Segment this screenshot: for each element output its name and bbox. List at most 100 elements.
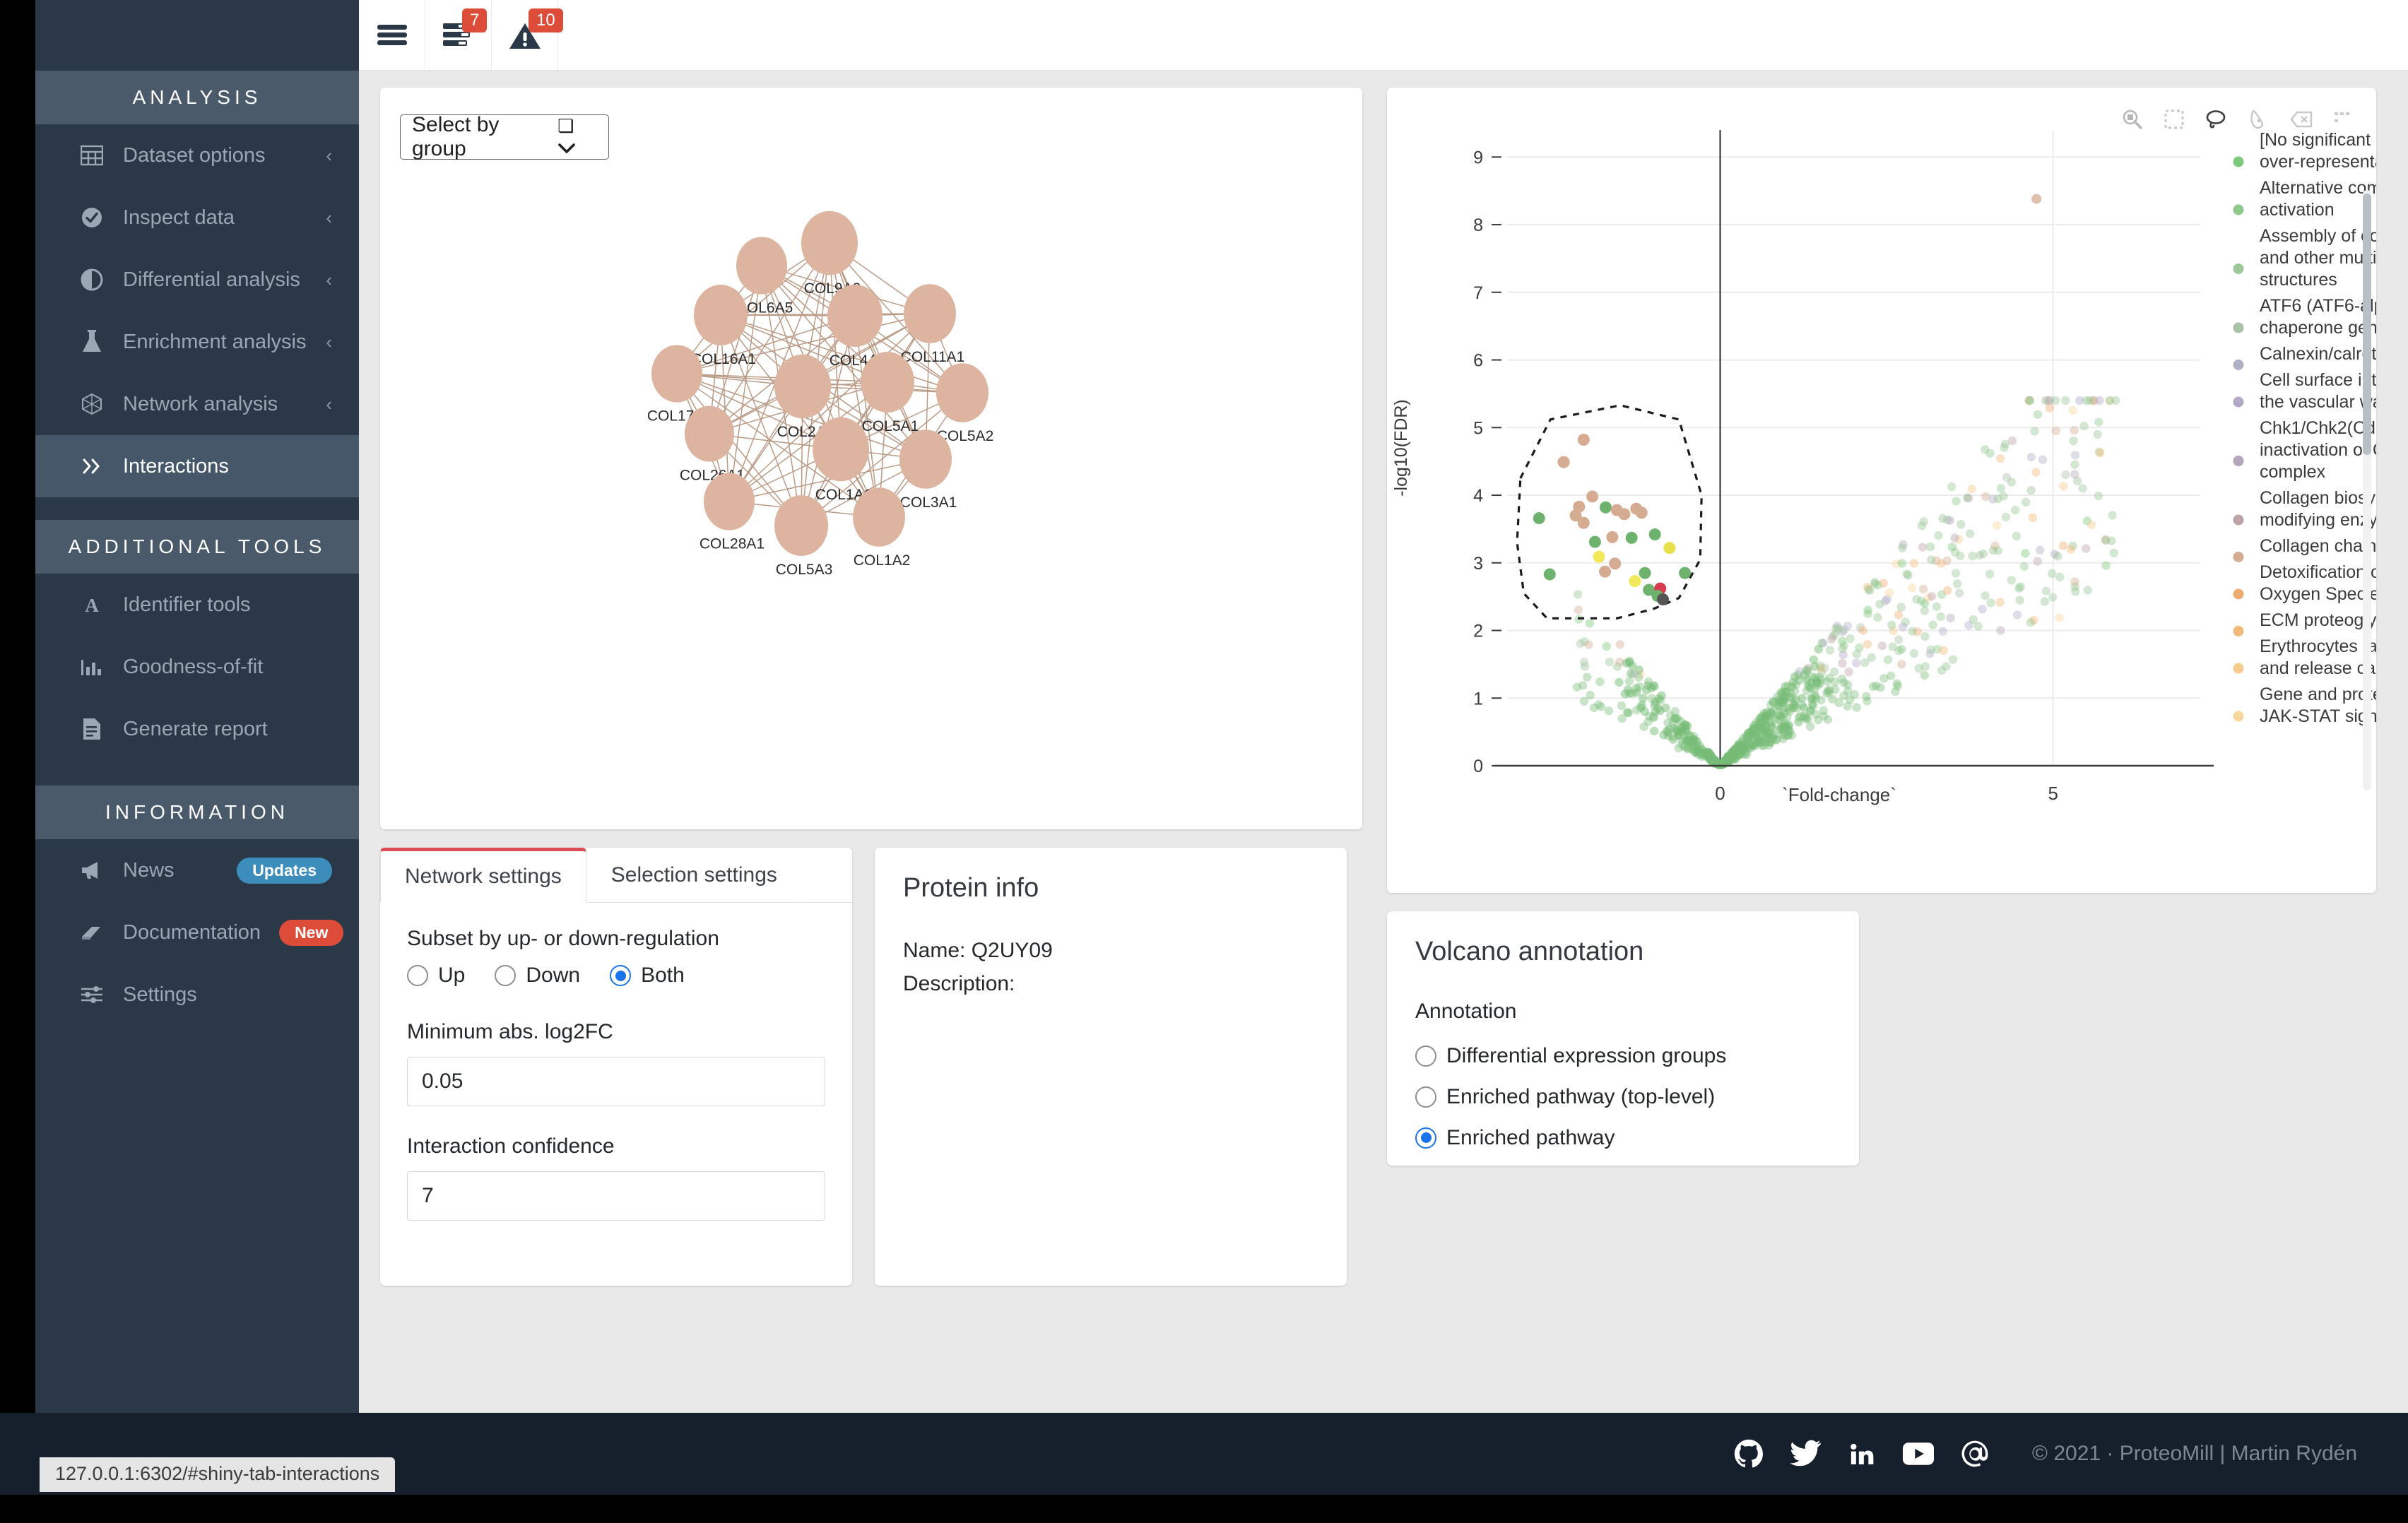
legend-label[interactable]: [No significant <box>2260 130 2371 150</box>
legend-label[interactable]: ECM proteoglycans <box>2260 610 2376 630</box>
legend-label[interactable]: Detoxification of Reactive <box>2260 562 2376 582</box>
selected-data-point[interactable] <box>1599 501 1612 514</box>
selected-data-point[interactable] <box>1648 528 1661 541</box>
legend-label[interactable]: and release carbon dioxide <box>2260 658 2376 678</box>
radio-enriched-pathway[interactable]: Enriched pathway <box>1415 1126 1831 1150</box>
sidebar-item-dataset-options[interactable]: Dataset options ‹ <box>35 124 359 186</box>
legend-label[interactable]: ATF6 (ATF6-alpha) activates <box>2260 296 2376 316</box>
legend-label[interactable]: the vascular wall <box>2260 392 2376 412</box>
legend-label[interactable]: chaperone genes <box>2260 318 2376 338</box>
network-node[interactable] <box>861 352 914 413</box>
network-node[interactable] <box>694 285 748 345</box>
network-node[interactable] <box>736 237 787 295</box>
legend-label[interactable]: Cell surface interactions at <box>2260 370 2376 390</box>
sidebar-item-goodness-of-fit[interactable]: Goodness-of-fit <box>35 636 359 698</box>
selected-data-point[interactable] <box>1663 542 1676 555</box>
legend-label[interactable]: Chk1/Chk2(Cds1) mediated <box>2260 418 2376 438</box>
selected-data-point[interactable] <box>1557 456 1570 468</box>
confidence-input[interactable]: 7 <box>407 1171 825 1221</box>
sidebar-item-inspect-data[interactable]: Inspect data ‹ <box>35 186 359 249</box>
network-node[interactable] <box>774 495 828 556</box>
legend-label[interactable]: Oxygen Species <box>2260 584 2376 604</box>
tasks-button[interactable]: 7 <box>425 0 492 70</box>
selected-data-point[interactable] <box>1606 531 1619 543</box>
network-node-label: COL11A1 <box>901 349 965 365</box>
network-node[interactable] <box>936 363 988 422</box>
alerts-button[interactable]: 10 <box>492 0 563 70</box>
legend-label[interactable]: Calnexin/calreticulin cycle <box>2260 344 2376 364</box>
selected-data-point[interactable] <box>1635 506 1648 519</box>
network-node[interactable] <box>904 284 956 343</box>
sidebar-item-documentation[interactable]: Documentation New <box>35 901 359 964</box>
legend-label[interactable]: Collagen chain trimerization <box>2260 536 2376 556</box>
selected-data-point[interactable] <box>1586 490 1599 503</box>
sidebar-item-news[interactable]: News Updates <box>35 839 359 901</box>
legend-label[interactable]: structures <box>2260 270 2337 290</box>
radio-both[interactable]: Both <box>610 964 685 988</box>
github-icon[interactable] <box>1733 1438 1765 1470</box>
legend-label[interactable]: Collagen biosynthesis and <box>2260 488 2376 508</box>
network-node[interactable] <box>899 429 952 489</box>
tab-selection-settings[interactable]: Selection settings <box>586 848 802 903</box>
data-point <box>1701 748 1710 757</box>
legend-label[interactable]: inactivation of Cyclin B:Cdk1 <box>2260 440 2376 460</box>
protein-interaction-network[interactable]: COL9A3COL6A5COL4A4 COL11A1COL16A1COL17A1C… <box>380 137 1362 829</box>
sidebar-item-identifier-tools[interactable]: A Identifier tools <box>35 574 359 636</box>
data-point <box>1682 735 1692 745</box>
selected-data-point[interactable] <box>1618 508 1631 521</box>
selected-data-point[interactable] <box>1629 575 1641 588</box>
radio-down[interactable]: Down <box>495 964 580 988</box>
selected-data-point[interactable] <box>1657 593 1669 605</box>
legend-label[interactable]: Gene and protein expression by <box>2260 685 2376 704</box>
selected-data-point[interactable] <box>1679 567 1692 579</box>
network-node[interactable] <box>813 417 869 482</box>
data-point <box>1947 543 1956 552</box>
radio-differential-expression-groups[interactable]: Differential expression groups <box>1415 1044 1831 1068</box>
selected-data-point[interactable] <box>1593 550 1605 563</box>
linkedin-icon[interactable] <box>1846 1438 1878 1470</box>
selected-data-point[interactable] <box>1533 512 1545 525</box>
selected-data-point[interactable] <box>1577 434 1590 446</box>
network-node[interactable] <box>774 354 831 419</box>
selected-data-point[interactable] <box>1577 516 1590 529</box>
network-node[interactable] <box>801 211 858 275</box>
hamburger-menu-button[interactable] <box>359 0 425 70</box>
selected-data-point[interactable] <box>1609 557 1622 570</box>
network-node[interactable] <box>704 473 755 531</box>
selected-data-point[interactable] <box>1543 568 1556 581</box>
network-node[interactable] <box>651 345 702 403</box>
selected-data-point[interactable] <box>1625 531 1638 544</box>
network-node[interactable] <box>853 487 905 547</box>
legend-label[interactable]: Assembly of collagen fibrils <box>2260 226 2376 246</box>
legend-label[interactable]: Alternative complement <box>2260 178 2376 198</box>
selected-data-point[interactable] <box>1588 535 1601 548</box>
legend-scrollbar-thumb[interactable] <box>2363 194 2371 455</box>
network-node[interactable] <box>827 284 883 348</box>
data-point <box>2109 548 2118 558</box>
legend-label[interactable]: Erythrocytes take up oxygen <box>2260 636 2376 656</box>
sidebar-item-network-analysis[interactable]: Network analysis ‹ <box>35 373 359 435</box>
youtube-icon[interactable] <box>1902 1438 1935 1470</box>
legend-marker <box>2233 552 2244 562</box>
legend-label[interactable]: modifying enzymes <box>2260 510 2376 530</box>
network-node[interactable] <box>685 405 734 462</box>
legend-label[interactable]: and other multimeric <box>2260 248 2376 268</box>
legend-label[interactable]: complex <box>2260 462 2326 482</box>
legend-label[interactable]: activation <box>2260 200 2335 220</box>
volcano-scatter-plot[interactable]: 0 1 2 3 4 5 6 7 8 9 0 5 [No significantover-represe… <box>1387 88 2376 893</box>
radio-up[interactable]: Up <box>407 964 465 988</box>
sidebar-item-settings[interactable]: Settings <box>35 964 359 1026</box>
tab-network-settings[interactable]: Network settings <box>380 848 586 903</box>
sidebar-item-enrichment-analysis[interactable]: Enrichment analysis ‹ <box>35 311 359 373</box>
twitter-icon[interactable] <box>1789 1438 1822 1470</box>
at-email-icon[interactable] <box>1959 1438 1991 1470</box>
legend-label[interactable]: over-representation] <box>2260 152 2376 172</box>
selected-data-point[interactable] <box>1599 565 1612 578</box>
sidebar-item-interactions[interactable]: Interactions <box>35 435 359 497</box>
log2fc-input[interactable]: 0.05 <box>407 1057 825 1106</box>
legend-label[interactable]: JAK-STAT signaling after <box>2260 706 2376 726</box>
sidebar-item-differential-analysis[interactable]: Differential analysis ‹ <box>35 249 359 311</box>
radio-enriched-pathway-top-level[interactable]: Enriched pathway (top-level) <box>1415 1085 1831 1109</box>
selected-data-point[interactable] <box>1639 567 1651 579</box>
sidebar-item-generate-report[interactable]: Generate report <box>35 698 359 760</box>
